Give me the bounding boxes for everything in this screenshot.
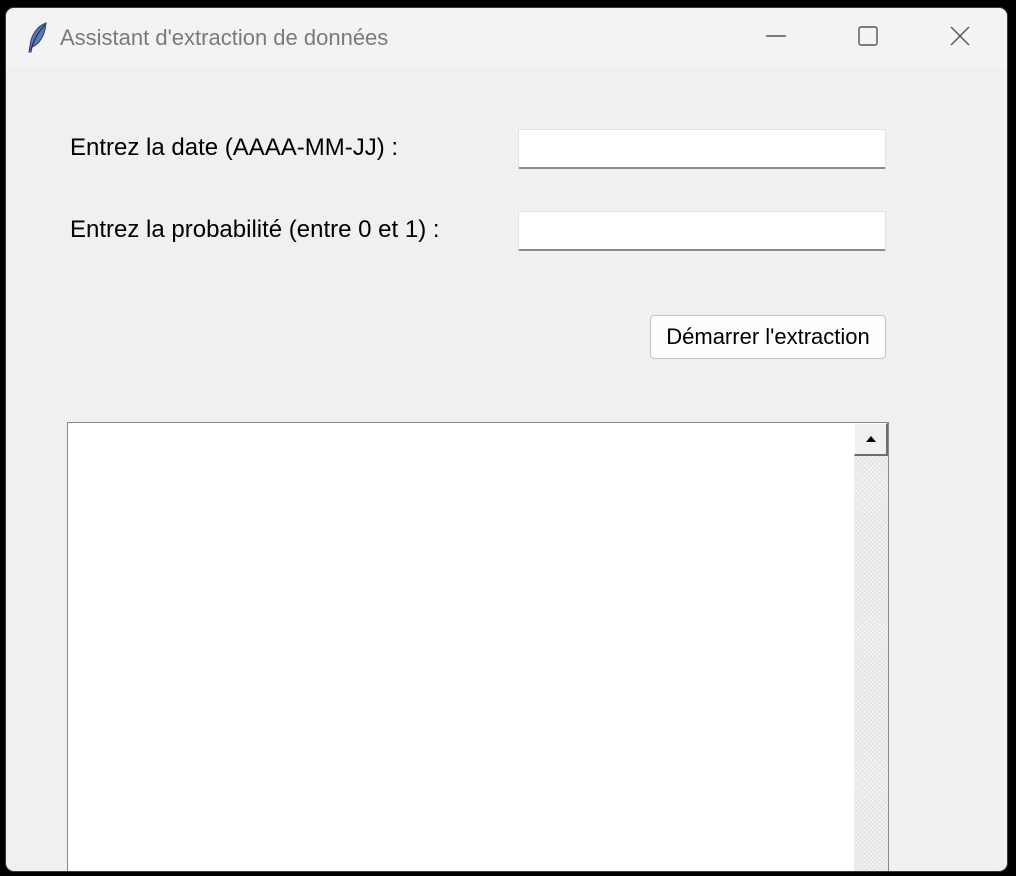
title-bar[interactable]: Assistant d'extraction de données: [6, 8, 1007, 68]
scroll-up-button[interactable]: [854, 423, 888, 456]
probability-input[interactable]: [518, 211, 886, 251]
probability-label: Entrez la probabilité (entre 0 et 1) :: [70, 216, 440, 243]
window-title: Assistant d'extraction de données: [60, 25, 389, 50]
scroll-up-arrow-icon: [865, 430, 877, 448]
vertical-scrollbar[interactable]: [854, 423, 888, 871]
main-content: Entrez la date (AAAA-MM-JJ) : Entrez la …: [6, 68, 1007, 871]
close-button[interactable]: [914, 8, 1006, 68]
start-extraction-button[interactable]: Démarrer l'extraction: [650, 315, 886, 359]
output-text-area: [67, 422, 889, 871]
close-icon: [949, 25, 971, 52]
app-window: Assistant d'extraction de données Entrez…: [6, 8, 1007, 871]
maximize-button[interactable]: [822, 8, 914, 68]
maximize-icon: [857, 25, 879, 52]
date-input[interactable]: [518, 129, 886, 169]
date-label: Entrez la date (AAAA-MM-JJ) :: [70, 134, 399, 161]
feather-icon: [26, 22, 50, 54]
output-text[interactable]: [68, 423, 855, 871]
minimize-button[interactable]: [730, 8, 822, 68]
minimize-icon: [765, 25, 787, 52]
